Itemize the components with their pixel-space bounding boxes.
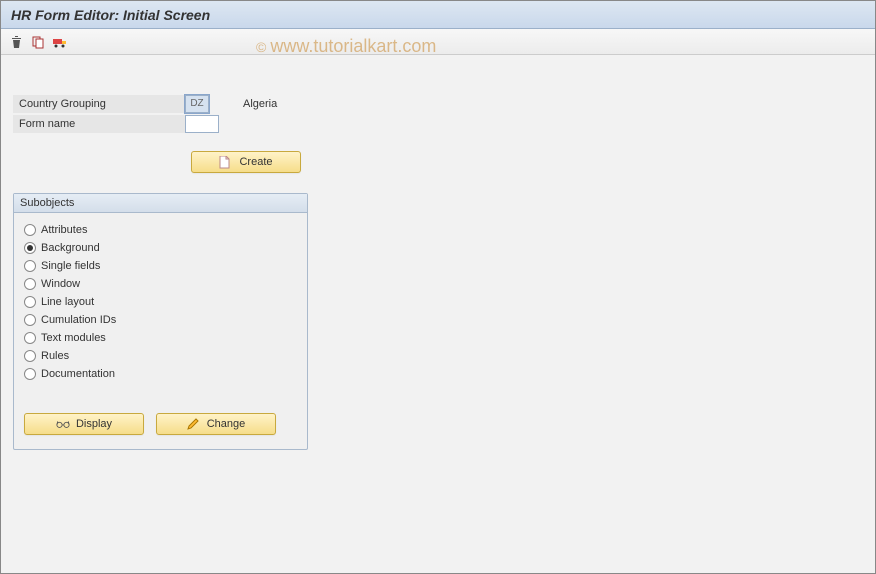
glasses-icon (56, 419, 70, 429)
document-icon (219, 156, 233, 169)
radio-cumulation-ids[interactable]: Cumulation IDs (24, 311, 297, 329)
subobjects-title: Subobjects (14, 194, 307, 213)
country-grouping-label: Country Grouping (13, 95, 185, 113)
radio-icon (24, 368, 36, 380)
radio-label: Line layout (41, 296, 94, 308)
radio-label: Cumulation IDs (41, 314, 116, 326)
radio-label: Background (41, 242, 100, 254)
country-grouping-row: Country Grouping DZ Algeria (13, 95, 863, 113)
change-button[interactable]: Change (156, 413, 276, 435)
radio-icon (24, 278, 36, 290)
pencil-icon (187, 418, 201, 430)
radio-line-layout[interactable]: Line layout (24, 293, 297, 311)
radio-label: Documentation (41, 368, 115, 380)
radio-icon (24, 350, 36, 362)
radio-label: Rules (41, 350, 69, 362)
subobjects-groupbox: Subobjects Attributes Background Single fi… (13, 193, 308, 450)
page-title: HR Form Editor: Initial Screen (1, 1, 875, 29)
radio-text-modules[interactable]: Text modules (24, 329, 297, 347)
radio-icon (24, 224, 36, 236)
radio-icon (24, 260, 36, 272)
copy-icon[interactable] (29, 33, 47, 51)
radio-label: Attributes (41, 224, 87, 236)
delete-icon[interactable] (7, 33, 25, 51)
radio-documentation[interactable]: Documentation (24, 365, 297, 383)
create-button[interactable]: Create (191, 151, 301, 173)
radio-icon (24, 314, 36, 326)
radio-icon (24, 242, 36, 254)
create-button-label: Create (239, 156, 272, 168)
radio-label: Window (41, 278, 80, 290)
radio-label: Single fields (41, 260, 100, 272)
radio-background[interactable]: Background (24, 239, 297, 257)
content-area: Country Grouping DZ Algeria Form name Cr… (1, 55, 875, 462)
radio-window[interactable]: Window (24, 275, 297, 293)
country-grouping-text: Algeria (243, 98, 277, 110)
display-button-label: Display (76, 418, 112, 430)
radio-single-fields[interactable]: Single fields (24, 257, 297, 275)
radio-rules[interactable]: Rules (24, 347, 297, 365)
radio-icon (24, 296, 36, 308)
transport-icon[interactable] (51, 33, 69, 51)
radio-icon (24, 332, 36, 344)
application-toolbar (1, 29, 875, 55)
display-button[interactable]: Display (24, 413, 144, 435)
form-name-input[interactable] (185, 115, 219, 133)
country-grouping-code[interactable]: DZ (185, 95, 209, 113)
radio-attributes[interactable]: Attributes (24, 221, 297, 239)
change-button-label: Change (207, 418, 246, 430)
form-name-row: Form name (13, 115, 863, 133)
form-name-label: Form name (13, 115, 185, 133)
subobjects-radio-list: Attributes Background Single fields Window L… (14, 213, 307, 393)
radio-label: Text modules (41, 332, 106, 344)
